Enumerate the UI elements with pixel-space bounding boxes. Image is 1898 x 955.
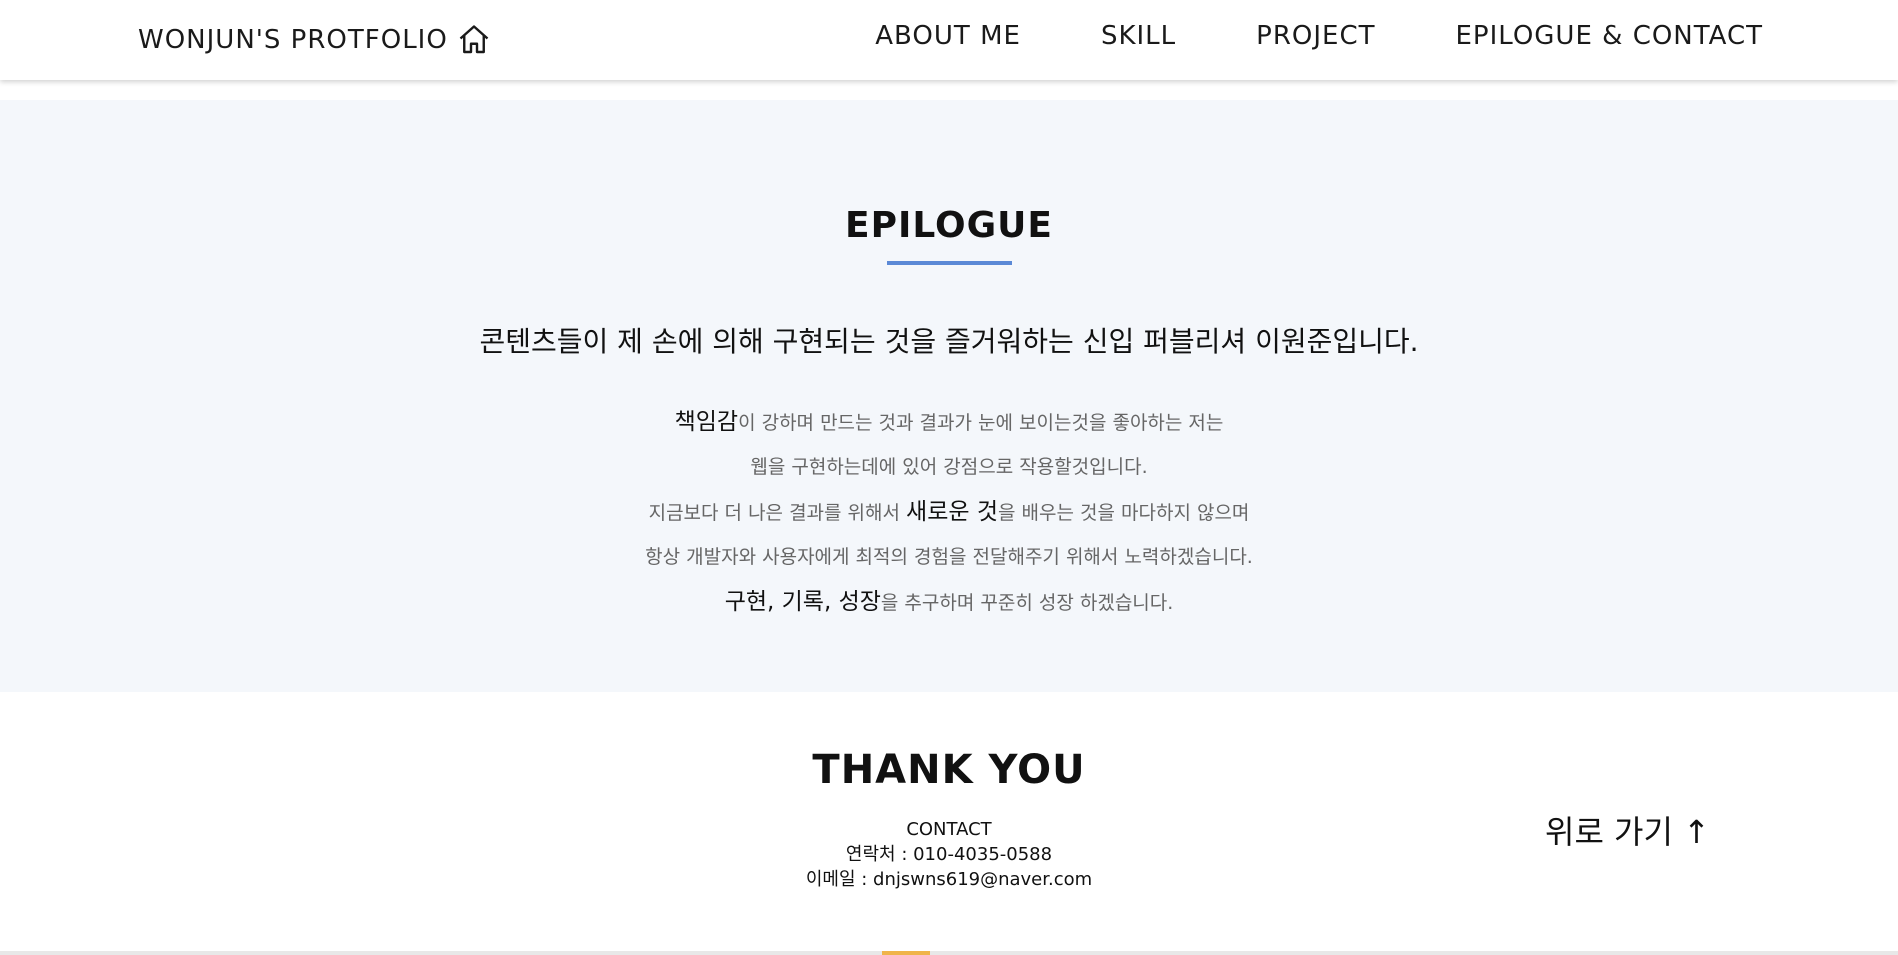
nav-about-me[interactable]: ABOUT ME — [875, 21, 1021, 51]
epilogue-line: 웹을 구현하는데에 있어 강점으로 작용할것입니다. — [0, 445, 1898, 490]
main-nav: ABOUT ME SKILL PROJECT EPILOGUE & CONTAC… — [875, 16, 1763, 56]
home-icon — [459, 25, 489, 54]
body-text: 이 강하며 만드는 것과 결과가 눈에 보이는것을 좋아하는 저는 — [738, 412, 1224, 434]
site-header: WONJUN'S PROTFOLIO ABOUT ME SKILL PROJEC… — [0, 0, 1898, 80]
body-text: 항상 개발자와 사용자에게 최적의 경험을 전달해주기 위해서 노력하겠습니다. — [645, 546, 1253, 568]
highlight-text: 구현, 기록, 성장 — [724, 589, 881, 615]
contact-email: 이메일 : dnjswns619@naver.com — [805, 869, 1093, 890]
highlight-text: 새로운 것 — [906, 499, 998, 525]
nav-epilogue-contact[interactable]: EPILOGUE & CONTACT — [1455, 21, 1763, 51]
contact-footer: THANK YOU CONTACT 연락처 : 010-4035-0588 이메… — [0, 692, 1898, 955]
epilogue-body: 책임감이 강하며 만드는 것과 결과가 눈에 보이는것을 좋아하는 저는 웹을 … — [0, 400, 1898, 625]
epilogue-lead: 콘텐츠들이 제 손에 의해 구현되는 것을 즐거워하는 신입 퍼블리셔 이원준입… — [479, 325, 1419, 358]
scroll-to-top-button[interactable]: 위로 가기 ↑ — [1545, 807, 1710, 853]
body-text: 지금보다 더 나은 결과를 위해서 — [648, 502, 907, 524]
epilogue-line: 구현, 기록, 성장을 추구하며 꾸준히 성장 하겠습니다. — [0, 580, 1898, 625]
nav-skill[interactable]: SKILL — [1101, 21, 1176, 51]
epilogue-section: EPILOGUE 콘텐츠들이 제 손에 의해 구현되는 것을 즐거워하는 신입 … — [0, 100, 1898, 692]
logo-link[interactable]: WONJUN'S PROTFOLIO — [138, 20, 492, 60]
scrollbar-thumb[interactable] — [882, 951, 930, 955]
highlight-text: 책임감 — [674, 409, 739, 435]
body-text: 웹을 구현하는데에 있어 강점으로 작용할것입니다. — [750, 456, 1148, 478]
epilogue-line: 책임감이 강하며 만드는 것과 결과가 눈에 보이는것을 좋아하는 저는 — [0, 400, 1898, 445]
title-underline — [887, 261, 1012, 265]
epilogue-title: EPILOGUE — [844, 205, 1053, 246]
logo-text: WONJUN'S PROTFOLIO — [138, 25, 448, 55]
body-text: 을 배우는 것을 마다하지 않으며 — [998, 502, 1250, 524]
nav-project[interactable]: PROJECT — [1256, 21, 1375, 51]
horizontal-scrollbar[interactable] — [0, 951, 1898, 955]
epilogue-line: 지금보다 더 나은 결과를 위해서 새로운 것을 배우는 것을 마다하지 않으며 — [0, 490, 1898, 535]
body-text: 을 추구하며 꾸준히 성장 하겠습니다. — [880, 592, 1174, 614]
thank-you-heading: THANK YOU — [812, 747, 1086, 793]
epilogue-line: 항상 개발자와 사용자에게 최적의 경험을 전달해주기 위해서 노력하겠습니다. — [0, 535, 1898, 580]
